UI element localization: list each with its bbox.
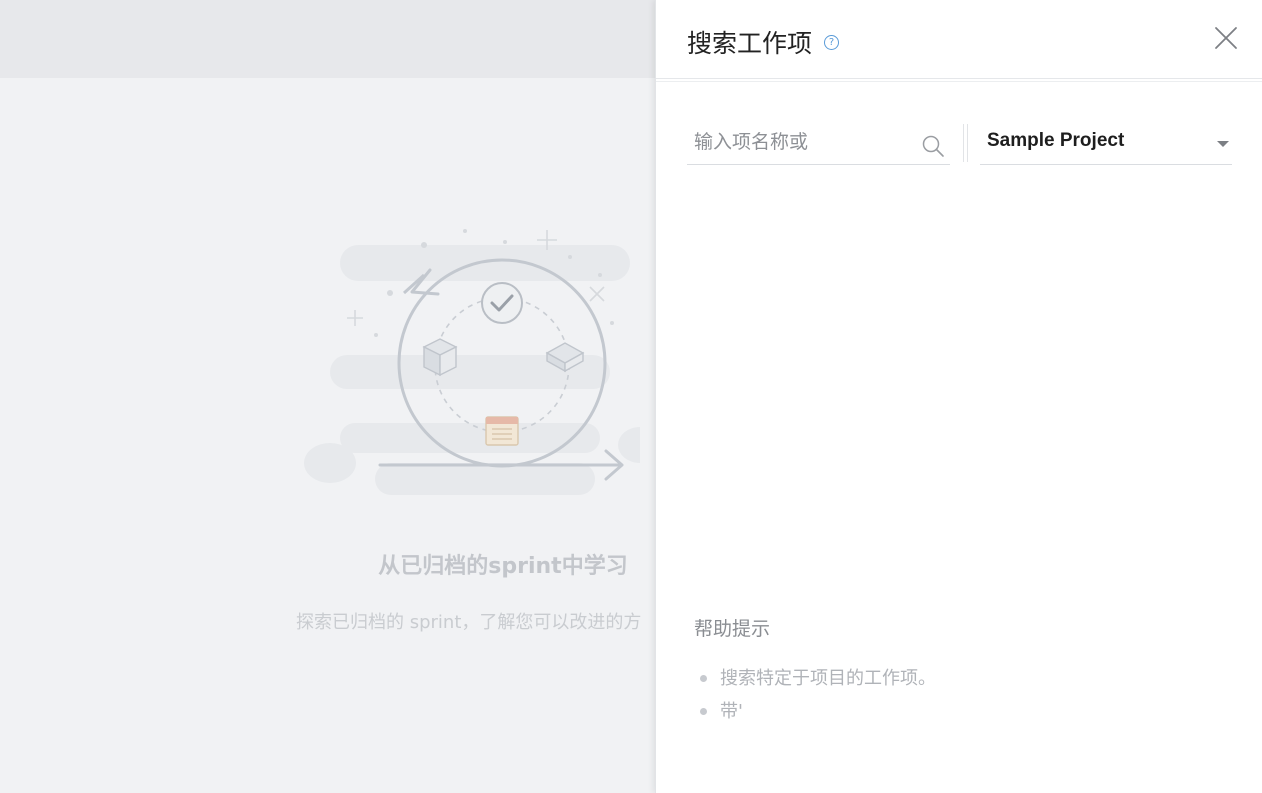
help-tips-list: 搜索特定于项目的工作项。 带' bbox=[694, 662, 936, 728]
search-icon[interactable] bbox=[921, 134, 945, 158]
app-screen: 从已归档的sprint中学习 探索已归档的 sprint，了解您可以改进的方 搜… bbox=[0, 0, 1262, 793]
help-tips-title: 帮助提示 bbox=[694, 618, 771, 640]
project-dropdown[interactable]: Sample Project bbox=[980, 122, 1232, 165]
panel-header: 搜索工作项 ? bbox=[656, 0, 1262, 82]
tip-text: 搜索特定于项目的工作项。 bbox=[720, 668, 936, 689]
bullet-icon bbox=[700, 708, 707, 715]
chevron-down-icon bbox=[1217, 141, 1229, 147]
list-item: 搜索特定于项目的工作项。 bbox=[694, 662, 936, 695]
sprint-cycle-illustration bbox=[304, 229, 640, 495]
panel-title: 搜索工作项 bbox=[687, 29, 813, 58]
help-icon[interactable]: ? bbox=[824, 35, 839, 50]
tip-text: 带' bbox=[720, 701, 743, 722]
list-item: 带' bbox=[694, 695, 936, 728]
bullet-icon bbox=[700, 675, 707, 682]
project-selected-value: Sample Project bbox=[987, 130, 1125, 151]
field-divider bbox=[963, 124, 968, 162]
search-input[interactable] bbox=[687, 122, 919, 162]
background-description: 探索已归档的 sprint，了解您可以改进的方 bbox=[296, 612, 642, 633]
close-icon[interactable] bbox=[1213, 25, 1239, 51]
search-work-items-panel: 搜索工作项 ? Sample Project 帮助提示 搜索特定于项目的工作项。 bbox=[655, 0, 1262, 793]
search-field bbox=[687, 122, 950, 165]
